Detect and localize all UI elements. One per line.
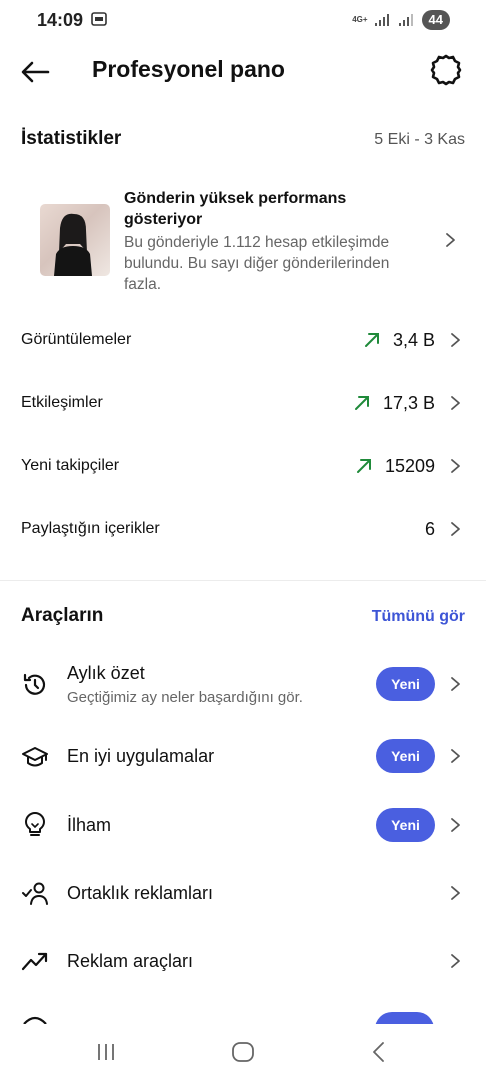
tool-row-partnership-ads[interactable]: Ortaklık reklamları [21,865,465,919]
app-bar: Profesyonel pano [0,44,486,100]
date-range[interactable]: 5 Eki - 3 Kas [374,131,465,149]
stat-value-wrap: 3,4 B [363,330,435,351]
tool-label: Aylık özet [67,663,145,683]
stat-value-wrap: 6 [425,519,435,540]
partner-check-icon [22,882,48,905]
tool-label: Ortaklık reklamları [67,883,214,903]
section-divider [0,580,486,581]
new-badge: Yeni [376,667,435,701]
status-indicators: 4G+ 44 [352,10,450,30]
stat-label: Etkileşimler [21,394,103,411]
stats-section-header: İstatistikler 5 Eki - 3 Kas [21,128,465,150]
partial-row-icon [23,1016,47,1024]
chevron-right-icon [451,396,460,410]
stat-value-wrap: 17,3 B [353,393,435,414]
lightbulb-icon [25,812,45,836]
signal-icon-2 [398,14,413,26]
chevron-right-icon [451,954,460,968]
chevron-right-icon [451,522,460,536]
battery-indicator: 44 [421,10,450,30]
status-bar: 14:09 4G+ 44 [0,0,486,44]
tool-subtitle: Geçtiğimiz ay neler başardığını gör. [67,689,303,706]
back-arrow-icon[interactable] [18,54,54,90]
nav-back-icon[interactable] [364,1038,394,1066]
network-type: 4G+ [352,15,368,24]
history-icon [23,673,46,695]
chevron-right-icon [451,886,460,900]
new-badge: Yeni [376,739,435,773]
highlight-text: Gönderin yüksek performans gösteriyor Bu… [124,188,414,295]
screen-record-icon [91,12,107,26]
system-nav-bar [0,1024,486,1080]
new-badge: Yeni [376,808,435,842]
tool-row-ad-tools[interactable]: Reklam araçları [21,933,465,987]
trend-up-icon [354,396,369,410]
stat-value: 6 [424,518,435,539]
post-thumbnail [40,204,110,276]
stat-value-wrap: 15209 [355,456,435,477]
stat-value: 15209 [384,455,435,476]
stat-value: 17,3 B [382,392,435,413]
trend-up-icon [364,333,379,347]
tool-row-best-practices[interactable]: En iyi uygulamalar Yeni [21,729,465,783]
signal-icon [374,14,389,26]
stat-row-views[interactable]: Görüntülemeler 3,4 B [21,320,465,360]
chevron-right-icon [451,749,460,763]
chevron-right-icon [451,677,460,691]
tool-row-monthly-summary[interactable]: Aylık özet Geçtiğimiz ay neler başardığı… [21,658,465,712]
highlight-title: Gönderin yüksek performans gösteriyor [124,190,347,228]
chevron-right-icon [451,459,460,473]
stat-row-new-followers[interactable]: Yeni takipçiler 15209 [21,446,465,486]
stat-label: Görüntülemeler [21,331,132,348]
chevron-right-icon [451,333,460,347]
tools-section-title: Araçların [21,605,104,626]
tools-section-header: Araçların Tümünü gör [21,605,465,627]
page-title: Profesyonel pano [92,56,285,82]
chevron-right-icon [451,818,460,832]
top-post-highlight[interactable]: Gönderin yüksek performans gösteriyor Bu… [21,186,465,296]
trend-up-icon [356,459,371,473]
chevron-right-icon [446,233,455,247]
stat-row-interactions[interactable]: Etkileşimler 17,3 B [21,383,465,423]
graduation-cap-icon [22,747,48,767]
see-all-link[interactable]: Tümünü gör [372,608,465,626]
status-time: 14:09 [37,10,84,30]
home-icon[interactable] [228,1038,258,1066]
tool-row-inspiration[interactable]: İlham Yeni [21,797,465,851]
stat-row-shared-content[interactable]: Paylaştığın içerikler 6 [21,509,465,549]
stat-label: Yeni takipçiler [21,457,120,474]
recent-apps-icon[interactable] [91,1038,121,1066]
tool-label: En iyi uygulamalar [67,746,215,766]
trending-up-icon [21,952,48,971]
highlight-description: Bu gönderiyle 1.112 hesap etkileşimde bu… [124,234,390,293]
stat-label: Paylaştığın içerikler [21,520,160,537]
settings-gear-icon[interactable] [428,52,464,88]
tool-label: İlham [67,815,112,835]
tool-label: Reklam araçları [67,951,194,971]
stat-value: 3,4 B [392,329,435,350]
partial-badge [375,1012,434,1024]
partial-next-row [0,1010,486,1024]
stats-section-title: İstatistikler [21,128,122,149]
